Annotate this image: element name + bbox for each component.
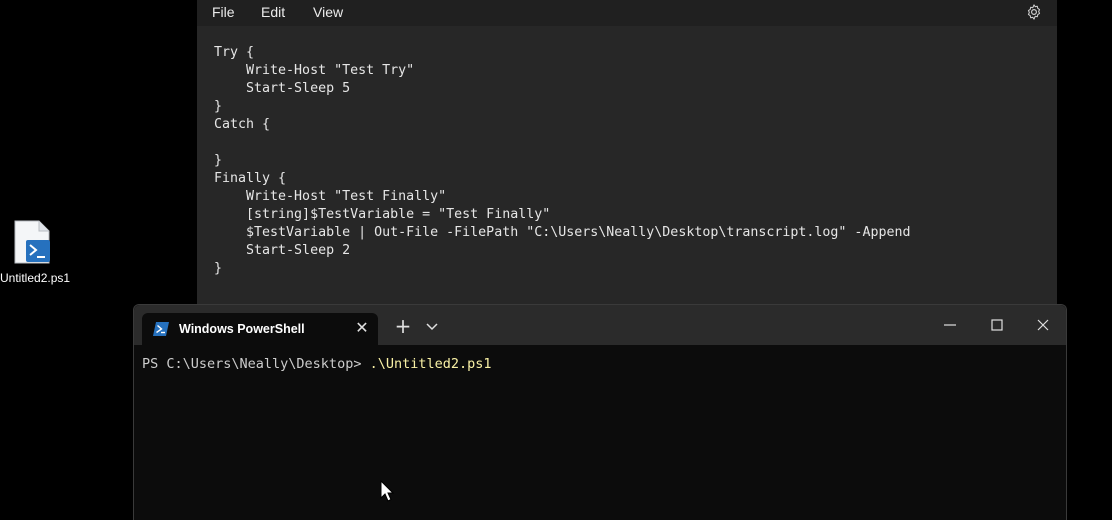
chevron-down-icon[interactable] bbox=[425, 322, 439, 332]
terminal-prompt: PS C:\Users\Neally\Desktop> bbox=[142, 356, 370, 372]
maximize-icon[interactable] bbox=[989, 317, 1005, 333]
code-line: $TestVariable | Out-File -FilePath "C:\U… bbox=[214, 225, 911, 240]
powershell-script-file-icon bbox=[14, 220, 50, 264]
code-line: Finally { bbox=[214, 171, 287, 186]
gear-icon[interactable] bbox=[1025, 3, 1043, 21]
code-line: } bbox=[214, 261, 223, 276]
code-line: Write-Host "Test Try" bbox=[214, 63, 415, 78]
code-line: } bbox=[214, 99, 223, 114]
terminal-command: .\Untitled2.ps1 bbox=[369, 356, 492, 372]
minimize-icon[interactable] bbox=[942, 317, 958, 333]
code-line: Start-Sleep 2 bbox=[214, 243, 351, 258]
notepad-editor[interactable]: Try { Write-Host "Test Try" Start-Sleep … bbox=[214, 44, 910, 278]
desktop-file-label: Untitled2.ps1 bbox=[0, 271, 71, 285]
menu-view[interactable]: View bbox=[313, 4, 343, 20]
terminal-titlebar[interactable]: Windows PowerShell ✕ + bbox=[134, 305, 1066, 345]
desktop-file-untitled2[interactable]: Untitled2.ps1 bbox=[0, 218, 70, 290]
close-icon[interactable] bbox=[1035, 317, 1051, 333]
close-tab-icon[interactable]: ✕ bbox=[354, 320, 370, 336]
menu-file[interactable]: File bbox=[212, 4, 235, 20]
powershell-icon bbox=[153, 322, 169, 336]
code-line: [string]$TestVariable = "Test Finally" bbox=[214, 207, 551, 222]
code-line: Write-Host "Test Finally" bbox=[214, 189, 447, 204]
code-line: Catch { bbox=[214, 117, 271, 132]
terminal-output[interactable]: PS C:\Users\Neally\Desktop> .\Untitled2.… bbox=[142, 355, 492, 373]
new-tab-button[interactable]: + bbox=[393, 316, 413, 337]
notepad-window: File Edit View Try { Write-Host "Test Tr… bbox=[197, 0, 1057, 310]
code-line: Start-Sleep 5 bbox=[214, 81, 351, 96]
tab-title: Windows PowerShell bbox=[179, 322, 305, 336]
mouse-cursor-icon bbox=[380, 480, 394, 502]
terminal-window: Windows PowerShell ✕ + PS C:\Users\Neall… bbox=[133, 304, 1067, 520]
tab-windows-powershell[interactable]: Windows PowerShell ✕ bbox=[142, 313, 378, 345]
code-line: Try { bbox=[214, 45, 255, 60]
code-line: } bbox=[214, 153, 223, 168]
notepad-menubar: File Edit View bbox=[197, 0, 1057, 26]
menu-edit[interactable]: Edit bbox=[261, 4, 285, 20]
